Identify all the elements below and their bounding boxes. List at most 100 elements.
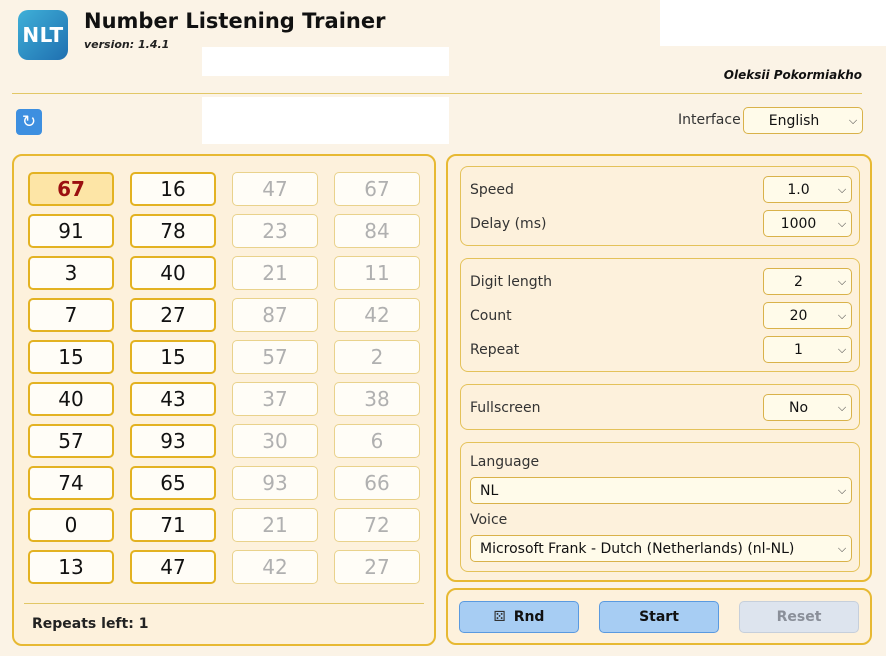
- start-button-label: Start: [639, 609, 679, 625]
- number-cell: 74: [28, 466, 114, 500]
- language-select[interactable]: NL ⌵: [470, 477, 852, 504]
- author-name: Oleksii Pokormiakho: [723, 68, 862, 82]
- number-cell-current: 67: [28, 172, 114, 206]
- app-title: Number Listening Trainer: [84, 9, 386, 33]
- number-cell-dim: 47: [232, 172, 318, 206]
- numbers-grid: 67 16 47 67 91 78 23 84 3 40 21 11 7 27 …: [28, 172, 420, 584]
- number-cell: 13: [28, 550, 114, 584]
- fullscreen-select[interactable]: No ⌵: [763, 394, 852, 421]
- language-select-value: NL: [480, 482, 499, 499]
- number-cell-dim: 6: [334, 424, 420, 458]
- number-cell: 7: [28, 298, 114, 332]
- voice-group: Language NL ⌵ Voice Microsoft Frank - Du…: [460, 442, 860, 572]
- number-cell-dim: 21: [232, 508, 318, 542]
- voice-select-value: Microsoft Frank - Dutch (Netherlands) (n…: [480, 540, 795, 557]
- number-cell: 57: [28, 424, 114, 458]
- number-cell: 43: [130, 382, 216, 416]
- number-cell: 15: [130, 340, 216, 374]
- digit-length-select[interactable]: 2 ⌵: [763, 268, 852, 295]
- number-cell: 40: [130, 256, 216, 290]
- number-cell: 78: [130, 214, 216, 248]
- refresh-button[interactable]: ↻: [16, 109, 42, 135]
- fullscreen-label: Fullscreen: [470, 400, 541, 416]
- number-cell: 16: [130, 172, 216, 206]
- reset-button[interactable]: Reset: [739, 601, 859, 633]
- number-cell: 71: [130, 508, 216, 542]
- placeholder-box: [660, 0, 886, 46]
- dice-icon: ⚄: [493, 609, 506, 625]
- display-group: Fullscreen No ⌵: [460, 384, 860, 430]
- fullscreen-select-value: No: [788, 399, 809, 416]
- language-label: Language: [470, 454, 540, 470]
- number-cell-dim: 23: [232, 214, 318, 248]
- actions-panel: ⚄ Rnd Start Reset: [446, 588, 872, 645]
- numbers-panel: 67 16 47 67 91 78 23 84 3 40 21 11 7 27 …: [12, 154, 436, 646]
- speed-select[interactable]: 1.0 ⌵: [763, 176, 852, 203]
- number-cell-dim: 87: [232, 298, 318, 332]
- interface-select[interactable]: English ⌵: [743, 107, 863, 134]
- number-cell: 91: [28, 214, 114, 248]
- rnd-button-label: Rnd: [513, 609, 545, 625]
- number-cell: 93: [130, 424, 216, 458]
- app-logo: NLT: [18, 10, 68, 60]
- speed-label: Speed: [470, 182, 514, 198]
- app-header: NLT Number Listening Trainer version: 1.…: [0, 0, 886, 96]
- number-cell: 15: [28, 340, 114, 374]
- header-divider: [12, 93, 862, 94]
- digit-length-select-value: 2: [794, 273, 803, 290]
- delay-label: Delay (ms): [470, 216, 547, 232]
- number-cell-dim: 30: [232, 424, 318, 458]
- repeat-label: Repeat: [470, 342, 520, 358]
- placeholder-box: [202, 97, 449, 144]
- number-cell-dim: 2: [334, 340, 420, 374]
- chevron-down-icon: ⌵: [837, 216, 847, 230]
- refresh-icon: ↻: [21, 112, 37, 132]
- delay-select-value: 1000: [780, 215, 817, 232]
- chevron-down-icon: ⌵: [837, 182, 847, 196]
- number-cell: 47: [130, 550, 216, 584]
- number-cell-dim: 37: [232, 382, 318, 416]
- count-select-value: 20: [789, 307, 808, 324]
- number-cell: 40: [28, 382, 114, 416]
- timing-group: Speed 1.0 ⌵ Delay (ms) 1000 ⌵: [460, 166, 860, 246]
- settings-panel: Speed 1.0 ⌵ Delay (ms) 1000 ⌵ Digit leng…: [446, 154, 872, 582]
- panel-divider: [24, 603, 424, 604]
- delay-select[interactable]: 1000 ⌵: [763, 210, 852, 237]
- number-cell-dim: 84: [334, 214, 420, 248]
- chevron-down-icon: ⌵: [837, 400, 847, 414]
- digit-length-label: Digit length: [470, 274, 553, 290]
- chevron-down-icon: ⌵: [837, 274, 847, 288]
- number-cell-dim: 27: [334, 550, 420, 584]
- chevron-down-icon: ⌵: [837, 308, 847, 322]
- number-cell: 27: [130, 298, 216, 332]
- chevron-down-icon: ⌵: [837, 541, 847, 555]
- number-cell-dim: 42: [232, 550, 318, 584]
- number-cell-dim: 57: [232, 340, 318, 374]
- number-cell-dim: 66: [334, 466, 420, 500]
- number-cell-dim: 42: [334, 298, 420, 332]
- app-version: version: 1.4.1: [84, 38, 170, 51]
- interface-select-value: English: [768, 112, 820, 129]
- number-cell: 3: [28, 256, 114, 290]
- number-cell-dim: 11: [334, 256, 420, 290]
- reset-button-label: Reset: [776, 609, 822, 625]
- rnd-button[interactable]: ⚄ Rnd: [459, 601, 579, 633]
- speed-select-value: 1.0: [787, 181, 810, 198]
- repeats-left-text: Repeats left: 1: [32, 616, 149, 632]
- count-select[interactable]: 20 ⌵: [763, 302, 852, 329]
- number-cell: 0: [28, 508, 114, 542]
- number-cell-dim: 93: [232, 466, 318, 500]
- count-label: Count: [470, 308, 512, 324]
- number-cell: 65: [130, 466, 216, 500]
- number-cell-dim: 21: [232, 256, 318, 290]
- repeat-select[interactable]: 1 ⌵: [763, 336, 852, 363]
- interface-label: Interface: [678, 112, 741, 128]
- number-cell-dim: 72: [334, 508, 420, 542]
- voice-select[interactable]: Microsoft Frank - Dutch (Netherlands) (n…: [470, 535, 852, 562]
- chevron-down-icon: ⌵: [837, 342, 847, 356]
- sequence-group: Digit length 2 ⌵ Count 20 ⌵ Repeat 1 ⌵: [460, 258, 860, 372]
- start-button[interactable]: Start: [599, 601, 719, 633]
- repeat-select-value: 1: [794, 341, 803, 358]
- number-cell-dim: 67: [334, 172, 420, 206]
- placeholder-box: [202, 47, 449, 76]
